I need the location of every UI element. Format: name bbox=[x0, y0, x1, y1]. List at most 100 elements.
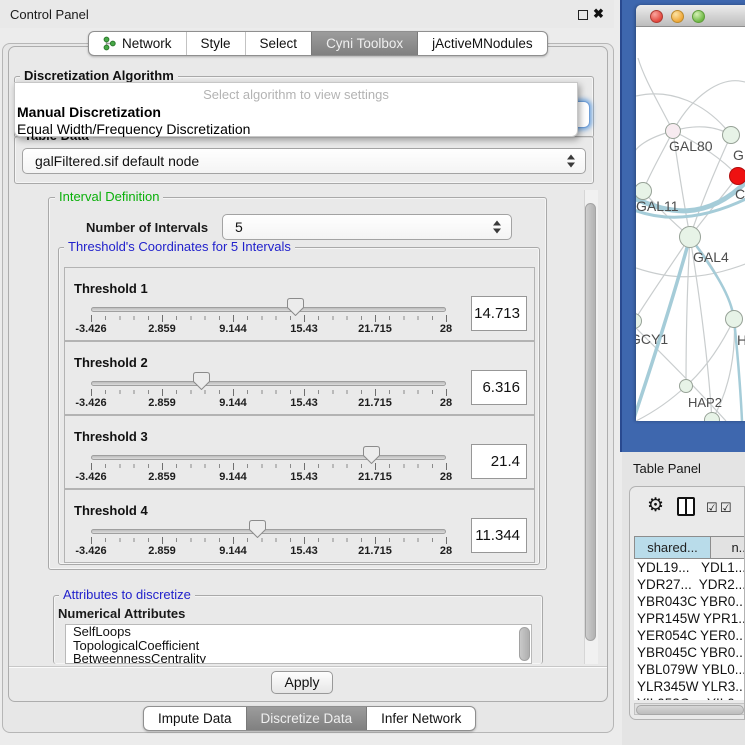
slider-thumb[interactable] bbox=[249, 520, 266, 538]
tab-cyni-toolbox[interactable]: Cyni Toolbox bbox=[311, 32, 417, 55]
apply-button[interactable]: Apply bbox=[271, 671, 333, 694]
list-scrollbar-thumb[interactable] bbox=[519, 627, 530, 661]
tab-jactivemnodules[interactable]: jActiveMNodules bbox=[417, 32, 547, 55]
table-cell: YPR145W bbox=[634, 610, 700, 627]
number-of-intervals-value: 5 bbox=[235, 219, 243, 235]
network-node[interactable] bbox=[679, 379, 693, 393]
attribute-list-item[interactable]: BetweennessCentrality bbox=[66, 652, 531, 664]
slider-major-tick bbox=[233, 389, 234, 396]
table-cell: YIL0... bbox=[704, 695, 745, 700]
table-cell: YDR2... bbox=[696, 576, 745, 593]
network-icon bbox=[103, 36, 116, 51]
node-label: GCY1 bbox=[636, 331, 668, 347]
stepper-arrows-icon bbox=[493, 221, 502, 234]
slider-major-tick bbox=[91, 537, 92, 544]
threshold-4-panel: Threshold 4 11.344 -3.4262.8599.14415.43… bbox=[64, 489, 535, 563]
control-panel-tabs: Network Style Select Cyni Toolbox jActiv… bbox=[88, 31, 548, 56]
number-of-intervals-combobox[interactable]: 5 bbox=[222, 214, 512, 240]
slider-major-tick bbox=[233, 463, 234, 470]
float-window-icon[interactable] bbox=[578, 10, 588, 20]
threshold-value-field[interactable]: 14.713 bbox=[471, 296, 527, 331]
node-table-body[interactable]: YDL19...YDL1...YDR27...YDR2...YBR043CYBR… bbox=[634, 559, 745, 700]
window-close-button[interactable] bbox=[650, 10, 663, 23]
table-data-combobox[interactable]: galFiltered.sif default node bbox=[22, 148, 586, 174]
column-header-shared-name[interactable]: shared... bbox=[634, 536, 711, 559]
slider-major-tick bbox=[446, 389, 447, 396]
dropdown-option-manual[interactable]: Manual Discretization bbox=[17, 104, 161, 120]
slider-tick-label: 2.859 bbox=[148, 323, 176, 335]
slider-tick-label: 9.144 bbox=[219, 545, 247, 557]
tab-discretize-data[interactable]: Discretize Data bbox=[246, 707, 367, 730]
network-window-titlebar[interactable] bbox=[636, 5, 745, 27]
divider bbox=[9, 666, 607, 667]
column-header-name[interactable]: n... bbox=[711, 536, 745, 559]
dropdown-placeholder-option[interactable]: Select algorithm to view settings bbox=[15, 87, 577, 102]
threshold-value-field[interactable]: 11.344 bbox=[471, 518, 527, 553]
network-node[interactable] bbox=[722, 126, 740, 144]
node-label: HAP2 bbox=[688, 395, 722, 410]
tab-impute-data[interactable]: Impute Data bbox=[144, 707, 246, 730]
table-hscrollbar-track[interactable] bbox=[634, 703, 745, 715]
slider-tick-label: 28 bbox=[440, 397, 452, 409]
table-row[interactable]: YER054CYER0... bbox=[634, 627, 745, 644]
attribute-list-item[interactable]: TopologicalCoefficient bbox=[66, 639, 531, 653]
network-node[interactable] bbox=[665, 123, 681, 139]
slider-major-tick bbox=[162, 315, 163, 322]
panel-scrollbar-thumb[interactable] bbox=[585, 203, 596, 641]
tab-network[interactable]: Network bbox=[89, 32, 186, 55]
number-of-intervals-label: Number of Intervals bbox=[86, 220, 208, 235]
network-node[interactable] bbox=[729, 167, 745, 185]
gear-icon[interactable]: ⚙ bbox=[647, 496, 664, 515]
network-canvas[interactable]: GAL80G...C...GAL11GAL4GCY1H...HAP2 bbox=[636, 28, 745, 421]
table-cell: YER0... bbox=[697, 627, 745, 644]
table-row[interactable]: YLR345WYLR3... bbox=[634, 678, 745, 695]
tab-select[interactable]: Select bbox=[245, 32, 312, 55]
checkbox-icon[interactable]: ☑ bbox=[706, 500, 718, 516]
dropdown-option-equal-width[interactable]: Equal Width/Frequency Discretization bbox=[17, 121, 250, 137]
columns-icon[interactable] bbox=[677, 497, 695, 516]
node-label: GAL80 bbox=[669, 138, 713, 154]
table-row[interactable]: YIL052CYIL0... bbox=[634, 695, 745, 700]
table-cell: YER054C bbox=[634, 627, 697, 644]
table-cell: YBL0... bbox=[699, 661, 745, 678]
table-row[interactable]: YBL079WYBL0... bbox=[634, 661, 745, 678]
checkbox-icon[interactable]: ☑ bbox=[720, 500, 732, 516]
table-hscrollbar-thumb[interactable] bbox=[636, 705, 744, 715]
attribute-list-item[interactable]: SelfLoops bbox=[66, 625, 531, 639]
slider-tick-label: 2.859 bbox=[148, 397, 176, 409]
slider-track[interactable] bbox=[91, 307, 446, 312]
tab-label: Infer Network bbox=[381, 711, 461, 726]
slider-major-tick bbox=[375, 463, 376, 470]
slider-major-tick bbox=[375, 315, 376, 322]
slider-tick-label: 2.859 bbox=[148, 545, 176, 557]
slider-tick-label: 9.144 bbox=[219, 397, 247, 409]
network-node[interactable] bbox=[679, 226, 701, 248]
tab-infer-network[interactable]: Infer Network bbox=[366, 707, 475, 730]
table-row[interactable]: YDL19...YDL1... bbox=[634, 559, 745, 576]
threshold-value-field[interactable]: 21.4 bbox=[471, 444, 527, 479]
slider-track[interactable] bbox=[91, 529, 446, 534]
table-cell: YIL052C bbox=[634, 695, 704, 700]
slider-thumb[interactable] bbox=[363, 446, 380, 464]
tab-style[interactable]: Style bbox=[186, 32, 245, 55]
threshold-value-field[interactable]: 6.316 bbox=[471, 370, 527, 405]
threshold-2-panel: Threshold 2 6.316 -3.4262.8599.14415.432… bbox=[64, 341, 535, 415]
slider-thumb[interactable] bbox=[193, 372, 210, 390]
table-row[interactable]: YBR043CYBR0... bbox=[634, 593, 745, 610]
panel-title: Control Panel bbox=[10, 7, 89, 22]
close-icon[interactable]: ✖ bbox=[593, 6, 604, 22]
slider-major-tick bbox=[446, 537, 447, 544]
network-node[interactable] bbox=[704, 412, 720, 421]
table-row[interactable]: YDR27...YDR2... bbox=[634, 576, 745, 593]
numerical-attributes-list[interactable]: SelfLoopsTopologicalCoefficientBetweenne… bbox=[65, 624, 532, 664]
table-row[interactable]: YBR045CYBR0... bbox=[634, 644, 745, 661]
slider-track[interactable] bbox=[91, 455, 446, 460]
window-zoom-button[interactable] bbox=[692, 10, 705, 23]
table-row[interactable]: YPR145WYPR1... bbox=[634, 610, 745, 627]
slider-track[interactable] bbox=[91, 381, 446, 386]
window-minimize-button[interactable] bbox=[671, 10, 684, 23]
network-node[interactable] bbox=[725, 310, 743, 328]
slider-thumb[interactable] bbox=[287, 298, 304, 316]
slider-major-tick bbox=[446, 463, 447, 470]
numerical-attributes-label: Numerical Attributes bbox=[58, 606, 185, 621]
